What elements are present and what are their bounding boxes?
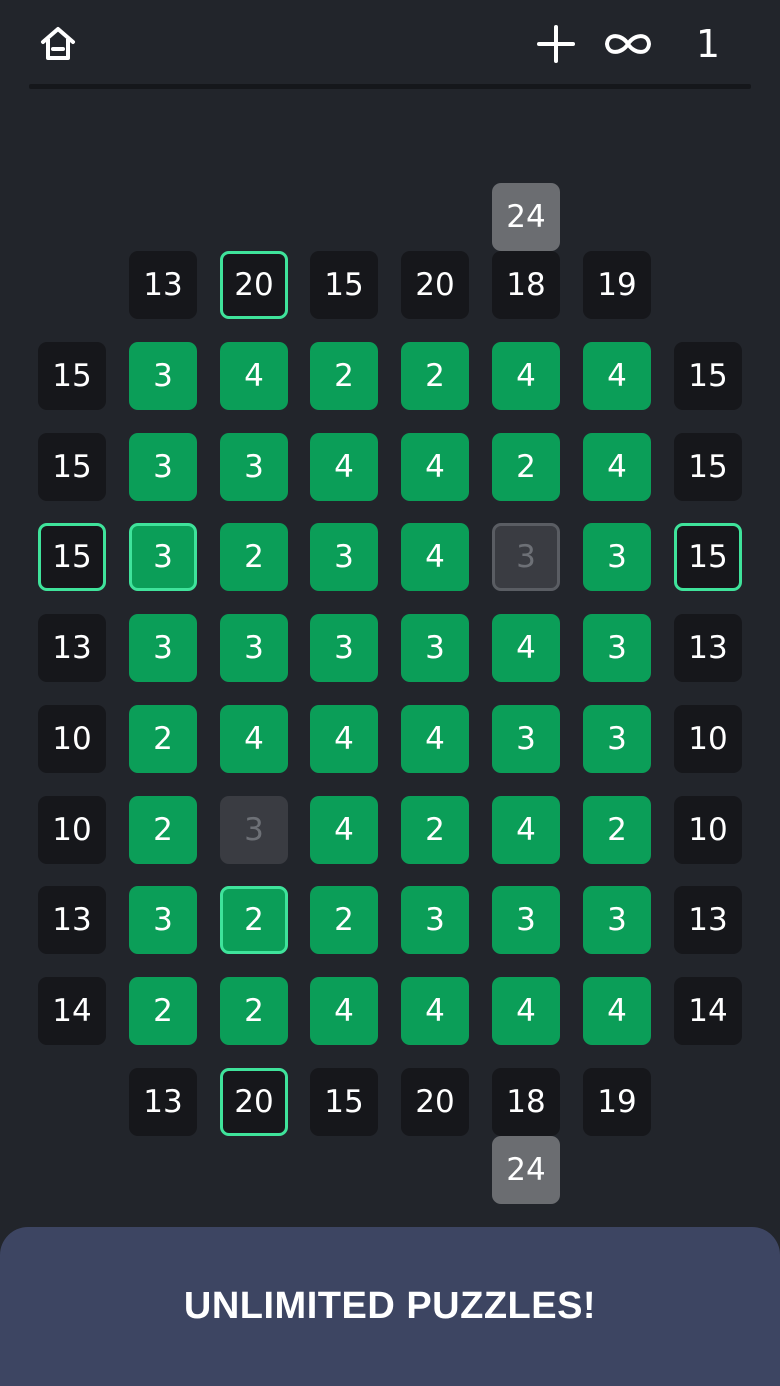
grid-cell[interactable]: 3 [492,705,560,773]
grid-cell[interactable]: 4 [401,705,469,773]
grid-cell[interactable]: 3 [583,705,651,773]
grid-cell[interactable]: 3 [129,523,197,591]
row-clue-right: 10 [674,705,742,773]
banner-text: UNLIMITED PUZZLES! [183,1285,597,1327]
column-clue-top: 18 [492,251,560,319]
grid-cell[interactable]: 2 [401,796,469,864]
grid-cell[interactable]: 4 [401,433,469,501]
column-clue-bottom: 18 [492,1068,560,1136]
grid-cell[interactable]: 4 [583,342,651,410]
grid-cell[interactable]: 3 [220,796,288,864]
row-clue-left: 10 [38,796,106,864]
grid-cell[interactable]: 3 [220,614,288,682]
promo-banner[interactable]: UNLIMITED PUZZLES! [0,1227,780,1386]
column-clue-top: 20 [401,251,469,319]
grid-cell[interactable]: 3 [129,342,197,410]
row-clue-right: 15 [674,433,742,501]
grid-cell[interactable]: 3 [583,523,651,591]
grid-cell[interactable]: 4 [583,433,651,501]
column-clue-top: 20 [220,251,288,319]
row-clue-left: 15 [38,433,106,501]
grid-cell[interactable]: 2 [220,523,288,591]
grid-cell[interactable]: 2 [492,433,560,501]
grid-cell[interactable]: 4 [492,796,560,864]
row-clue-right: 10 [674,796,742,864]
grid-cell[interactable]: 4 [310,977,378,1045]
column-clue-bottom: 20 [401,1068,469,1136]
grid-cell[interactable]: 3 [220,433,288,501]
row-clue-left: 13 [38,614,106,682]
row-clue-left: 10 [38,705,106,773]
grid-cell[interactable]: 4 [492,342,560,410]
grid-cell[interactable]: 2 [310,886,378,954]
grid-cell[interactable]: 4 [492,614,560,682]
grid-cell[interactable]: 4 [583,977,651,1045]
grid-cell[interactable]: 2 [129,977,197,1045]
grid-cell[interactable]: 4 [401,977,469,1045]
grid-cell[interactable]: 4 [220,342,288,410]
grid-cell[interactable]: 3 [401,886,469,954]
column-clue-bottom: 20 [220,1068,288,1136]
grid-cell[interactable]: 4 [310,796,378,864]
column-clue-bottom: 19 [583,1068,651,1136]
column-sum-top: 24 [492,183,560,251]
grid-cell[interactable]: 2 [220,886,288,954]
grid-cell[interactable]: 4 [401,523,469,591]
grid-cell[interactable]: 3 [492,523,560,591]
grid-cell[interactable]: 3 [583,886,651,954]
grid-cell[interactable]: 4 [220,705,288,773]
row-clue-left: 15 [38,523,106,591]
column-sum-bottom: 24 [492,1136,560,1204]
row-clue-right: 15 [674,523,742,591]
grid-cell[interactable]: 3 [310,614,378,682]
grid-cell[interactable]: 2 [583,796,651,864]
grid-cell[interactable]: 2 [220,977,288,1045]
row-clue-right: 13 [674,886,742,954]
row-clue-left: 14 [38,977,106,1045]
grid-cell[interactable]: 3 [129,614,197,682]
row-clue-right: 14 [674,977,742,1045]
column-clue-top: 15 [310,251,378,319]
grid-cell[interactable]: 3 [492,886,560,954]
column-clue-top: 13 [129,251,197,319]
grid-cell[interactable]: 2 [401,342,469,410]
grid-cell[interactable]: 4 [310,433,378,501]
column-clue-bottom: 15 [310,1068,378,1136]
grid-cell[interactable]: 2 [129,796,197,864]
grid-cell[interactable]: 3 [583,614,651,682]
grid-cell[interactable]: 3 [129,886,197,954]
row-clue-left: 13 [38,886,106,954]
grid-cell[interactable]: 2 [310,342,378,410]
grid-cell[interactable]: 3 [310,523,378,591]
column-clue-top: 19 [583,251,651,319]
row-clue-right: 13 [674,614,742,682]
row-clue-right: 15 [674,342,742,410]
grid-cell[interactable]: 2 [129,705,197,773]
grid-cell[interactable]: 3 [129,433,197,501]
grid-cell[interactable]: 3 [401,614,469,682]
column-clue-bottom: 13 [129,1068,197,1136]
grid-cell[interactable]: 4 [310,705,378,773]
row-clue-left: 15 [38,342,106,410]
grid-cell[interactable]: 4 [492,977,560,1045]
puzzle-board: 24 24 13 20 15 20 18 19 13 20 15 20 18 19 15 3 4 2 2 4 4 15 15… [0,0,780,1210]
